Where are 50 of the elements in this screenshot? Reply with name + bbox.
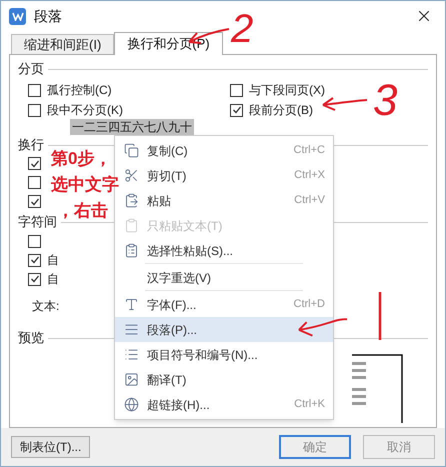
preview-drawing [350, 354, 404, 424]
app-logo-icon [9, 8, 26, 24]
section-title: 预览 [18, 329, 44, 348]
checkbox[interactable] [28, 104, 41, 116]
checked-checkbox[interactable] [28, 272, 41, 286]
checkbox-label: 自 [47, 271, 59, 288]
checkbox-label: 自 [47, 252, 59, 269]
checked-checkbox[interactable] [28, 254, 41, 266]
menu-item[interactable]: 翻译(T) [115, 367, 333, 392]
scissors-icon [124, 168, 138, 183]
section-title: 分页 [18, 60, 44, 78]
annotation-text: 第0步， [51, 149, 112, 169]
checked-checkbox[interactable] [28, 157, 41, 170]
menu-item[interactable]: 选择性粘贴(S)... [115, 238, 333, 263]
menu-item[interactable]: 段落(P)... [115, 317, 333, 342]
letter-icon [124, 297, 138, 312]
menu-item[interactable]: 项目符号和编号(N)... [115, 342, 333, 367]
menu-item[interactable]: 字体(F)... Ctrl+D [115, 292, 333, 317]
annotation-number: 2 [231, 9, 254, 49]
window-title: 段落 [34, 6, 62, 26]
menu-item[interactable]: 超链接(H)... Ctrl+K [115, 392, 333, 417]
section-title: 字符间 [18, 213, 57, 232]
tab[interactable]: 缩进和间距(I) [11, 34, 114, 54]
menu-item[interactable]: 复制(C) Ctrl+C [115, 138, 333, 163]
clipboard-list-icon [124, 243, 138, 258]
annotation-text: ，右击 [56, 201, 109, 221]
checkbox-label: 段中不分页(K) [47, 102, 123, 119]
checkbox[interactable] [28, 84, 41, 96]
section-title: 换行 [18, 136, 44, 154]
annotation-arrow [297, 317, 349, 337]
annotation-number: 3 [373, 79, 398, 123]
checkbox-label: 段前分页(B) [249, 102, 313, 119]
clipboard-icon [124, 218, 138, 233]
globe-icon [124, 397, 138, 412]
checked-checkbox[interactable] [230, 104, 243, 116]
selected-text: 一二三四五六七八九十 [70, 119, 194, 135]
checked-checkbox[interactable] [28, 195, 41, 208]
field-label: 文本: [32, 299, 60, 313]
paste-icon [124, 193, 138, 208]
menu-item[interactable]: 汉字重选(V) [115, 265, 333, 290]
copy-icon [124, 143, 138, 158]
checkbox[interactable] [230, 84, 243, 96]
checkbox-label: 与下段同页(X) [249, 82, 325, 99]
paragraph-icon [124, 322, 138, 337]
tab-stops-button[interactable]: 制表位(T)... [11, 436, 90, 458]
checkbox-label: 孤行控制(C) [47, 82, 112, 99]
image-icon [124, 372, 138, 387]
checkbox[interactable] [28, 176, 41, 189]
annotation-line [378, 291, 382, 341]
checkbox[interactable] [28, 234, 41, 248]
